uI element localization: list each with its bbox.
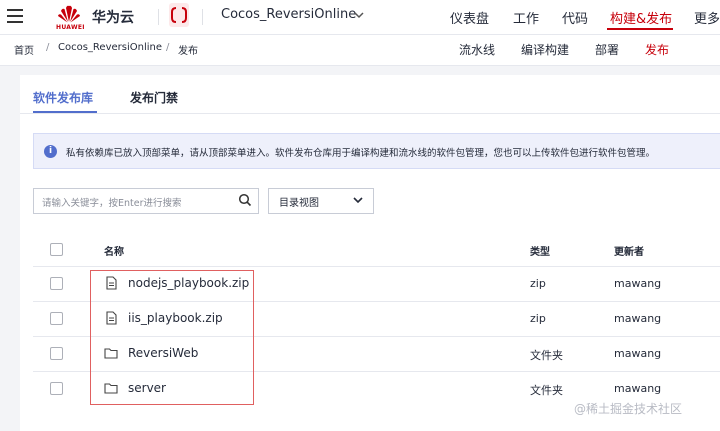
file-updater: mawang [614,382,662,395]
highlight-box [90,270,254,405]
subnav-build[interactable]: 编译构建 [521,41,569,58]
file-type: 文件夹 [530,349,563,362]
search-placeholder: 请输入关键字，按Enter进行搜索 [42,198,182,209]
file-updater: mawang [614,312,662,325]
menu-icon[interactable] [7,9,23,23]
breadcrumb-home[interactable]: 首页 [14,42,34,57]
nav-more[interactable]: 更多 [694,8,720,27]
chevron-down-icon[interactable] [352,194,364,206]
breadcrumb-project[interactable]: Cocos_ReversiOnline [58,42,162,53]
breadcrumb-separator: / [166,42,170,53]
brand-name[interactable]: 华为云 [92,7,134,27]
row-checkbox[interactable] [50,277,63,290]
active-tab-indicator [33,111,97,113]
select-all-checkbox[interactable] [50,243,63,256]
subnav-pipeline[interactable]: 流水线 [459,41,495,58]
subnav-deploy[interactable]: 部署 [595,41,619,58]
subnav-release[interactable]: 发布 [645,41,669,58]
tab-software-repo[interactable]: 软件发布库 [33,89,93,106]
tab-divider [20,113,720,114]
chevron-down-icon[interactable] [352,8,366,22]
file-type: zip [530,312,546,325]
breadcrumb-separator: / [46,42,50,53]
file-type: zip [530,277,546,290]
row-checkbox[interactable] [50,312,63,325]
active-nav-indicator [607,28,673,30]
notice-text: 私有依赖库已放入顶部菜单，请从顶部菜单进入。软件发布仓库用于编译构建和流水线的软… [66,148,656,159]
file-updater: mawang [614,347,662,360]
file-type: 文件夹 [530,384,563,397]
watermark: @稀土掘金技术社区 [574,402,683,416]
nav-build-release[interactable]: 构建&发布 [610,8,672,27]
nav-work[interactable]: 工作 [513,8,539,27]
nav-dashboard[interactable]: 仪表盘 [450,8,489,27]
column-header-updater: 更新者 [614,247,644,258]
tab-release-gate[interactable]: 发布门禁 [130,89,178,106]
file-updater: mawang [614,277,662,290]
breadcrumb-current: 发布 [178,46,198,57]
project-selector[interactable]: Cocos_ReversiOnline [221,7,356,22]
search-icon[interactable] [238,193,252,207]
column-header-type: 类型 [530,247,550,258]
info-icon: i [44,145,57,158]
divider [158,9,159,25]
row-divider [33,266,720,267]
project-icon [169,3,189,27]
view-select-value: 目录视图 [279,198,319,209]
nav-code[interactable]: 代码 [562,8,588,27]
divider [202,9,203,25]
column-header-name: 名称 [104,247,124,258]
row-checkbox[interactable] [50,382,63,395]
row-checkbox[interactable] [50,347,63,360]
logo-text: HUAWEI [56,24,85,31]
